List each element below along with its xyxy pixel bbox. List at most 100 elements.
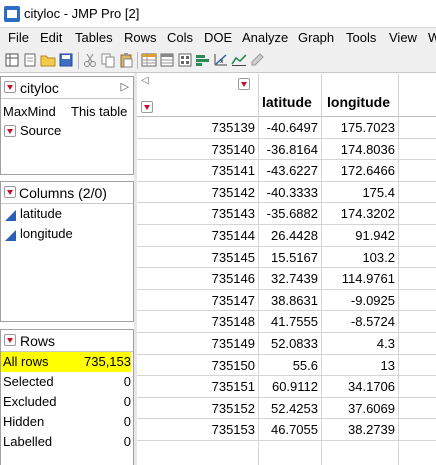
latitude-cell[interactable]: 60.9112 xyxy=(272,379,318,394)
column-latitude[interactable]: latitude xyxy=(20,206,62,221)
rows-red-triangle-icon[interactable] xyxy=(4,334,16,346)
menu-analyze[interactable]: Analyze xyxy=(242,30,288,45)
longitude-cell[interactable]: 174.3202 xyxy=(341,206,395,221)
latitude-cell[interactable]: 55.6 xyxy=(293,358,318,373)
hidden-rows-stat[interactable]: Hidden 0 xyxy=(3,412,131,432)
menu-edit[interactable]: Edit xyxy=(40,30,62,45)
menu-window[interactable]: W xyxy=(428,30,436,45)
latitude-cell[interactable]: -43.6227 xyxy=(267,163,318,178)
save-icon[interactable] xyxy=(58,52,74,68)
table-row[interactable]: 735147 38.8631 -9.0925 xyxy=(137,290,436,312)
labelled-rows-stat[interactable]: Labelled 0 xyxy=(3,432,131,452)
longitude-cell[interactable]: 38.2739 xyxy=(348,422,395,437)
latitude-header[interactable]: latitude xyxy=(262,94,312,110)
latitude-cell[interactable]: -36.8164 xyxy=(267,142,318,157)
table-row[interactable]: 735143 -35.6882 174.3202 xyxy=(137,203,436,225)
row-number-cell[interactable]: 735152 xyxy=(212,401,255,416)
row-number-cell[interactable]: 735142 xyxy=(212,185,255,200)
menu-rows[interactable]: Rows xyxy=(124,30,157,45)
table-row[interactable]: 735153 46.7055 38.2739 xyxy=(137,419,436,441)
row-number-cell[interactable]: 735147 xyxy=(212,293,255,308)
column-longitude[interactable]: longitude xyxy=(20,226,73,241)
summary-icon[interactable] xyxy=(177,52,193,68)
row-number-cell[interactable]: 735144 xyxy=(212,228,255,243)
cut-icon[interactable] xyxy=(82,52,98,68)
longitude-cell[interactable]: 114.9761 xyxy=(342,271,395,286)
open-folder-icon[interactable] xyxy=(40,52,56,68)
row-number-cell[interactable]: 735149 xyxy=(212,336,255,351)
table-row[interactable]: 735140 -36.8164 174.8036 xyxy=(137,139,436,161)
latitude-cell[interactable]: 32.7439 xyxy=(271,271,318,286)
longitude-cell[interactable]: 175.7023 xyxy=(341,120,395,135)
longitude-header[interactable]: longitude xyxy=(327,94,390,110)
collapse-arrow-icon[interactable]: ◁ xyxy=(141,75,149,86)
latitude-cell[interactable]: 26.4428 xyxy=(271,228,318,243)
new-table-icon[interactable] xyxy=(4,52,20,68)
table-row[interactable]: 735139 -40.6497 175.7023 xyxy=(137,117,436,139)
longitude-cell[interactable]: 174.8036 xyxy=(341,142,395,157)
row-number-cell[interactable]: 735153 xyxy=(212,422,255,437)
menu-doe[interactable]: DOE xyxy=(204,30,232,45)
source-red-triangle-icon[interactable] xyxy=(4,125,16,137)
row-number-cell[interactable]: 735140 xyxy=(212,142,255,157)
row-number-cell[interactable]: 735151 xyxy=(212,379,255,394)
longitude-cell[interactable]: 13 xyxy=(381,358,395,373)
table-row[interactable]: 735152 52.4253 37.6069 xyxy=(137,398,436,420)
paste-icon[interactable] xyxy=(118,52,134,68)
columns-red-triangle-icon[interactable] xyxy=(4,186,16,198)
longitude-cell[interactable]: 91.942 xyxy=(355,228,395,243)
table-red-triangle-icon[interactable] xyxy=(4,81,16,93)
latitude-cell[interactable]: -40.6497 xyxy=(267,120,318,135)
menu-tools[interactable]: Tools xyxy=(346,30,376,45)
table-row[interactable]: 735145 15.5167 103.2 xyxy=(137,247,436,269)
fit-model-icon[interactable]: x xyxy=(213,52,229,68)
edit-icon[interactable] xyxy=(249,52,265,68)
longitude-cell[interactable]: -9.0925 xyxy=(351,293,395,308)
distribution-icon[interactable] xyxy=(195,52,211,68)
expand-arrow-icon[interactable]: ▷ xyxy=(121,80,129,93)
table-row[interactable]: 735149 52.0833 4.3 xyxy=(137,333,436,355)
longitude-cell[interactable]: -8.5724 xyxy=(351,314,395,329)
menu-view[interactable]: View xyxy=(389,30,417,45)
subset-icon[interactable] xyxy=(159,52,175,68)
open-icon[interactable] xyxy=(22,52,38,68)
table-row[interactable]: 735142 -40.3333 175.4 xyxy=(137,182,436,204)
menu-cols[interactable]: Cols xyxy=(167,30,193,45)
table-row[interactable]: 735144 26.4428 91.942 xyxy=(137,225,436,247)
latitude-cell[interactable]: 15.5167 xyxy=(271,250,318,265)
all-rows-stat[interactable]: All rows 735,153 xyxy=(1,352,131,372)
latitude-cell[interactable]: -35.6882 xyxy=(267,206,318,221)
selected-rows-stat[interactable]: Selected 0 xyxy=(3,372,131,392)
copy-icon[interactable] xyxy=(100,52,116,68)
longitude-cell[interactable]: 172.6466 xyxy=(341,163,395,178)
menu-graph[interactable]: Graph xyxy=(298,30,334,45)
row-number-cell[interactable]: 735146 xyxy=(212,271,255,286)
latitude-cell[interactable]: 46.7055 xyxy=(271,422,318,437)
graph-builder-icon[interactable] xyxy=(231,52,247,68)
excluded-rows-stat[interactable]: Excluded 0 xyxy=(3,392,131,412)
row-number-cell[interactable]: 735143 xyxy=(212,206,255,221)
longitude-cell[interactable]: 103.2 xyxy=(362,250,395,265)
table-row[interactable]: 735141 -43.6227 172.6466 xyxy=(137,160,436,182)
longitude-cell[interactable]: 34.1706 xyxy=(348,379,395,394)
row-number-cell[interactable]: 735148 xyxy=(212,314,255,329)
table-row[interactable]: 735151 60.9112 34.1706 xyxy=(137,376,436,398)
menu-file[interactable]: File xyxy=(8,30,29,45)
table-row[interactable]: 735148 41.7555 -8.5724 xyxy=(137,311,436,333)
rows-menu-red-triangle-icon[interactable] xyxy=(141,101,153,113)
latitude-cell[interactable]: 52.4253 xyxy=(271,401,318,416)
latitude-cell[interactable]: 41.7555 xyxy=(271,314,318,329)
table-row[interactable]: 735146 32.7439 114.9761 xyxy=(137,268,436,290)
longitude-cell[interactable]: 37.6069 xyxy=(348,401,395,416)
row-number-cell[interactable]: 735145 xyxy=(212,250,255,265)
latitude-cell[interactable]: 38.8631 xyxy=(271,293,318,308)
row-number-cell[interactable]: 735141 xyxy=(212,163,255,178)
row-number-cell[interactable]: 735139 xyxy=(212,120,255,135)
columns-menu-red-triangle-icon[interactable] xyxy=(238,78,250,90)
latitude-cell[interactable]: -40.3333 xyxy=(267,185,318,200)
row-number-cell[interactable]: 735150 xyxy=(212,358,255,373)
table-row[interactable]: 735150 55.6 13 xyxy=(137,355,436,377)
data-table-icon[interactable] xyxy=(141,52,157,68)
source-script[interactable]: Source xyxy=(20,123,61,138)
menu-tables[interactable]: Tables xyxy=(75,30,113,45)
